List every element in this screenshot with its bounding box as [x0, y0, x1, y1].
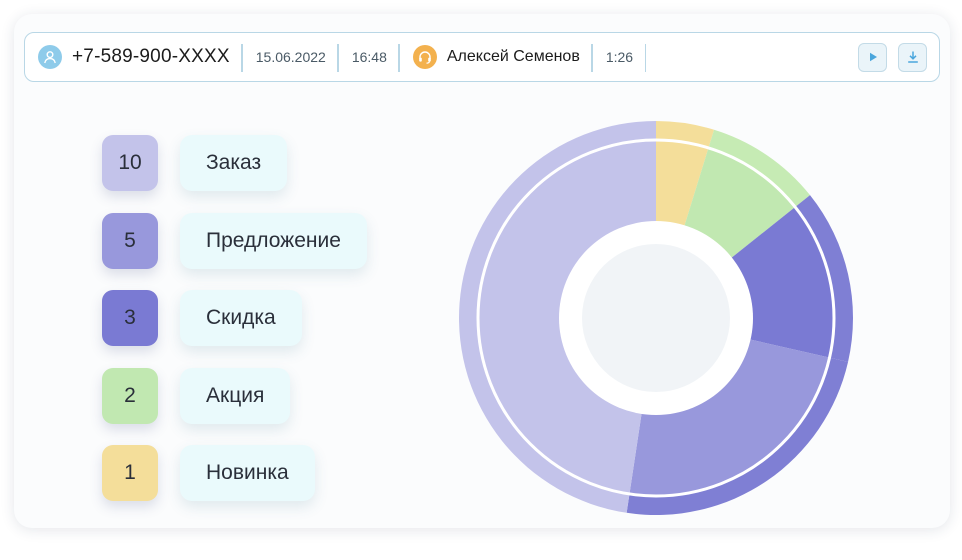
donut-center — [582, 244, 730, 392]
donut-chart — [459, 121, 853, 515]
